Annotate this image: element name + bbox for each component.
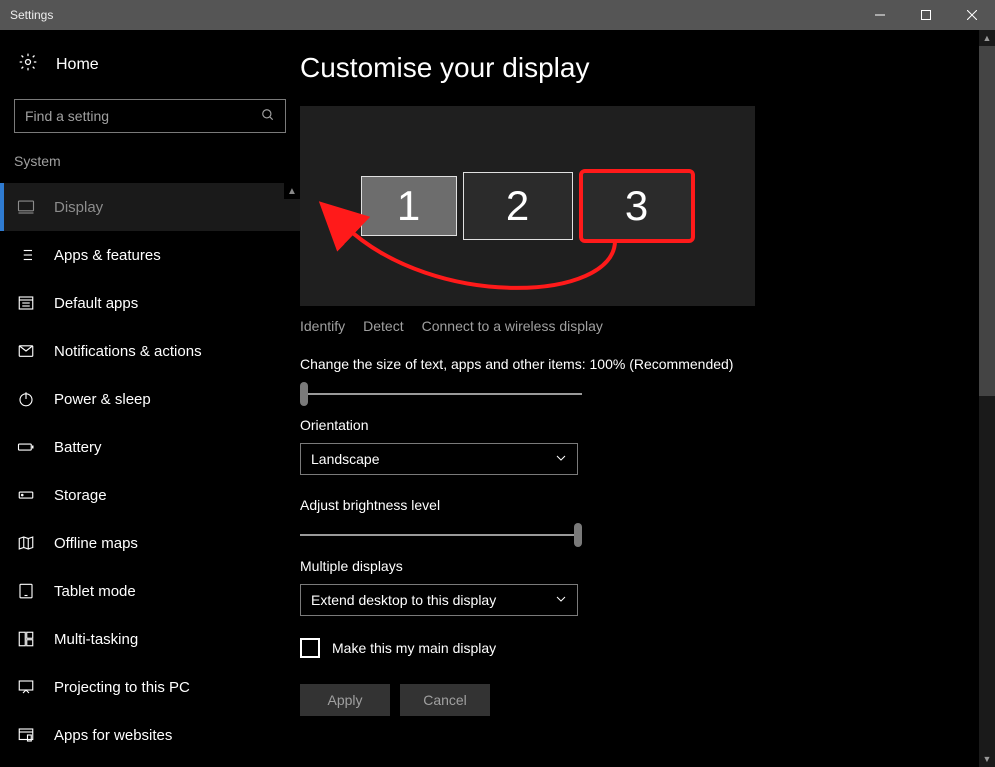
chevron-down-icon [555, 592, 567, 608]
cancel-button[interactable]: Cancel [400, 684, 490, 716]
identify-link[interactable]: Identify [300, 318, 345, 334]
close-button[interactable] [949, 0, 995, 30]
maximize-button[interactable] [903, 0, 949, 30]
display-links: Identify Detect Connect to a wireless di… [300, 318, 969, 334]
sidebar-item-power-sleep[interactable]: Power & sleep [0, 375, 300, 423]
multiple-displays-combo[interactable]: Extend desktop to this display [300, 584, 578, 616]
search-input[interactable] [14, 99, 286, 133]
default-apps-icon [16, 294, 36, 312]
gear-icon [18, 52, 38, 77]
apps-websites-icon [16, 726, 36, 744]
apply-button[interactable]: Apply [300, 684, 390, 716]
monitor-1[interactable]: 1 [361, 176, 457, 236]
sidebar-item-label: Power & sleep [54, 391, 151, 408]
monitor-3[interactable]: 3 [579, 169, 695, 243]
brightness-slider[interactable] [300, 534, 582, 536]
scroll-up-icon[interactable]: ▲ [979, 30, 995, 46]
brightness-label: Adjust brightness level [300, 497, 969, 513]
monitor-2[interactable]: 2 [463, 172, 573, 240]
sidebar-item-label: Notifications & actions [54, 343, 202, 360]
sidebar-item-label: Tablet mode [54, 583, 136, 600]
sidebar-item-label: Battery [54, 439, 102, 456]
main-display-label: Make this my main display [332, 640, 496, 656]
page-title: Customise your display [300, 52, 969, 84]
sidebar-item-display[interactable]: Display [0, 183, 300, 231]
section-label: System [0, 153, 300, 183]
sidebar-item-label: Multi-tasking [54, 631, 138, 648]
sidebar-item-apps-websites[interactable]: Apps for websites [0, 711, 300, 759]
main-display-checkbox-row[interactable]: Make this my main display [300, 638, 969, 658]
battery-icon [16, 438, 36, 456]
home-label: Home [56, 56, 99, 74]
tablet-icon [16, 582, 36, 600]
storage-icon [16, 486, 36, 504]
sidebar-item-label: Projecting to this PC [54, 679, 190, 696]
power-icon [16, 390, 36, 408]
vertical-scrollbar[interactable]: ▲ ▼ [979, 30, 995, 767]
search-icon [261, 108, 275, 125]
multiple-displays-value: Extend desktop to this display [311, 592, 496, 608]
orientation-label: Orientation [300, 417, 969, 433]
sidebar-item-offline-maps[interactable]: Offline maps [0, 519, 300, 567]
display-arrange-area[interactable]: 1 2 3 [300, 106, 755, 306]
sidebar-item-notifications[interactable]: Notifications & actions [0, 327, 300, 375]
scroll-down-icon[interactable]: ▼ [979, 751, 995, 767]
nav-list: Display Apps & features Default apps [0, 183, 300, 759]
sidebar-item-storage[interactable]: Storage [0, 471, 300, 519]
sidebar-item-label: Apps for websites [54, 727, 172, 744]
multitasking-icon [16, 630, 36, 648]
minimize-button[interactable] [857, 0, 903, 30]
sidebar-item-apps-features[interactable]: Apps & features [0, 231, 300, 279]
connect-wireless-link[interactable]: Connect to a wireless display [422, 318, 603, 334]
display-icon [16, 198, 36, 216]
scale-label: Change the size of text, apps and other … [300, 356, 969, 372]
orientation-combo[interactable]: Landscape [300, 443, 578, 475]
list-icon [16, 246, 36, 264]
scrollbar-thumb[interactable] [979, 46, 995, 396]
detect-link[interactable]: Detect [363, 318, 403, 334]
chevron-down-icon [555, 451, 567, 467]
sidebar-item-default-apps[interactable]: Default apps [0, 279, 300, 327]
window-title: Settings [10, 8, 53, 22]
sidebar-item-multitasking[interactable]: Multi-tasking [0, 615, 300, 663]
scale-slider[interactable] [300, 393, 582, 395]
main-pane: Customise your display 1 2 3 Identify De… [300, 30, 995, 767]
nav-scroll-up[interactable]: ▲ [284, 183, 300, 199]
projecting-icon [16, 678, 36, 696]
sidebar-item-label: Default apps [54, 295, 138, 312]
sidebar: Home System ▲ Display [0, 30, 300, 767]
home-row[interactable]: Home [0, 52, 300, 99]
orientation-value: Landscape [311, 451, 380, 467]
sidebar-item-label: Apps & features [54, 247, 161, 264]
notifications-icon [16, 342, 36, 360]
search-field[interactable] [25, 108, 261, 124]
sidebar-item-label: Offline maps [54, 535, 138, 552]
sidebar-item-label: Storage [54, 487, 107, 504]
sidebar-item-projecting[interactable]: Projecting to this PC [0, 663, 300, 711]
multiple-displays-label: Multiple displays [300, 558, 969, 574]
titlebar: Settings [0, 0, 995, 30]
checkbox-icon[interactable] [300, 638, 320, 658]
sidebar-item-tablet-mode[interactable]: Tablet mode [0, 567, 300, 615]
maps-icon [16, 534, 36, 552]
sidebar-item-label: Display [54, 199, 103, 216]
sidebar-item-battery[interactable]: Battery [0, 423, 300, 471]
